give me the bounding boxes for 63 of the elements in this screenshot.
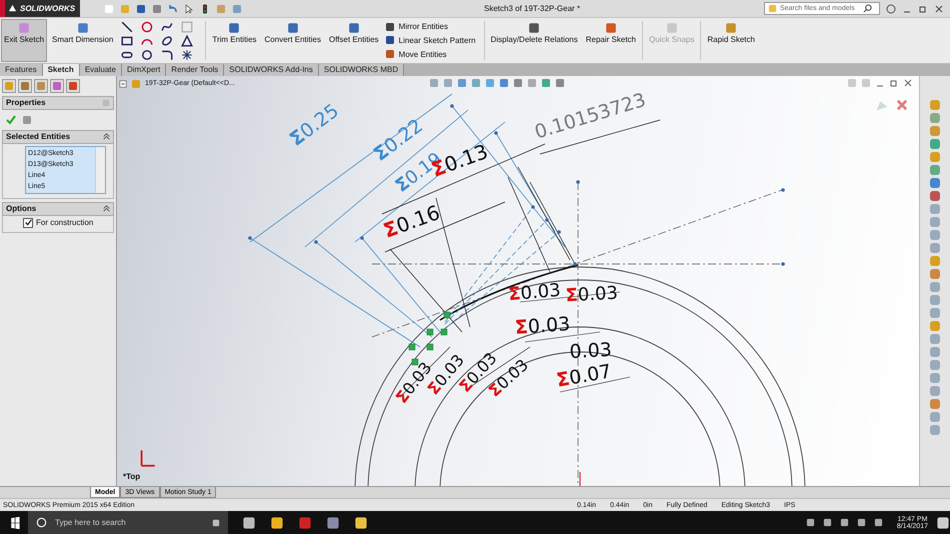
ribbon-button[interactable]: Trim Entities (209, 19, 260, 62)
ribbon-button[interactable]: Move Entities (384, 49, 476, 60)
rectangle-icon[interactable] (121, 34, 134, 46)
panel-tab[interactable] (50, 78, 64, 93)
command-tab[interactable]: DimXpert (122, 64, 166, 76)
checkbox-label: For construction (36, 218, 94, 228)
cursor-icon[interactable] (184, 4, 194, 14)
section-title: Options (6, 204, 36, 214)
command-tab[interactable]: Evaluate (80, 64, 122, 76)
line-icon[interactable] (121, 20, 134, 32)
search-icon (863, 4, 872, 13)
fillet-icon[interactable] (161, 48, 174, 60)
cancel-icon (895, 98, 909, 112)
taskbar-search-box[interactable]: Type here to search (28, 511, 228, 534)
panel-tab[interactable] (34, 78, 48, 93)
logo-icon (8, 4, 17, 13)
close-icon[interactable] (934, 4, 944, 14)
ribbon-button[interactable]: Display/Delete Relations (488, 19, 581, 62)
point-icon[interactable] (181, 48, 194, 60)
expand-icon (119, 80, 127, 88)
ellipse-icon[interactable] (161, 34, 174, 46)
dimension-label[interactable]: Σ0.03 (565, 282, 618, 306)
scrollbar[interactable] (95, 146, 105, 193)
collapse-icon (103, 133, 110, 140)
dimension-label[interactable]: Σ 0.16 (380, 200, 444, 243)
restore-icon[interactable] (889, 78, 899, 88)
ribbon-button[interactable]: Rapid Sketch (704, 19, 758, 62)
circle-icon[interactable] (141, 20, 154, 32)
command-tab[interactable]: Sketch (42, 64, 80, 76)
command-tab[interactable]: Render Tools (166, 64, 224, 76)
ribbon-button[interactable]: Mirror Entities (384, 22, 476, 32)
dimension-label[interactable]: Σ 0.03 (508, 280, 562, 306)
undo-icon[interactable] (168, 4, 178, 14)
taskbar-search-field[interactable]: Type here to search (53, 517, 206, 528)
spline-icon[interactable] (161, 20, 174, 32)
restore-icon[interactable] (918, 4, 928, 14)
checkbox[interactable] (23, 218, 33, 228)
app-logo-text: SOLIDWORKS (20, 4, 76, 13)
command-tab[interactable]: SOLIDWORKS Add-Ins (224, 64, 319, 76)
dimension-label[interactable]: Σ 0.03 (514, 313, 571, 339)
ribbon-button[interactable]: Repair Sketch (582, 19, 639, 62)
polygon-icon[interactable] (181, 34, 194, 46)
traffic-light-icon[interactable] (200, 4, 210, 14)
ribbon-button[interactable]: Smart Dimension (49, 19, 116, 62)
panel-tab[interactable] (2, 78, 16, 93)
close-icon[interactable] (903, 78, 913, 88)
dimension-label[interactable]: Σ 0.07 (554, 360, 614, 392)
panel-tab[interactable] (18, 78, 32, 93)
ribbon-button[interactable]: Convert Entities (262, 19, 324, 62)
ribbon-button[interactable]: Exit Sketch (1, 19, 48, 62)
collapse-icon (103, 205, 110, 212)
view-label: *Top (123, 472, 140, 482)
command-tab[interactable]: Features (0, 64, 43, 76)
checkmark-icon[interactable] (6, 114, 16, 125)
ribbon-button[interactable]: Offset Entities (326, 19, 382, 62)
section-title: Selected Entities (6, 132, 70, 142)
panel-title: Properties (6, 98, 46, 108)
dimension-label[interactable]: 0.03 (568, 338, 612, 363)
window-title: Sketch3 of 19T-32P-Gear * (484, 4, 582, 13)
ribbon-button[interactable]: Linear Sketch Pattern (384, 35, 476, 46)
panel-tab[interactable] (66, 78, 80, 93)
search-icon (36, 517, 47, 528)
command-tab[interactable]: SOLIDWORKS MBD (318, 64, 404, 76)
